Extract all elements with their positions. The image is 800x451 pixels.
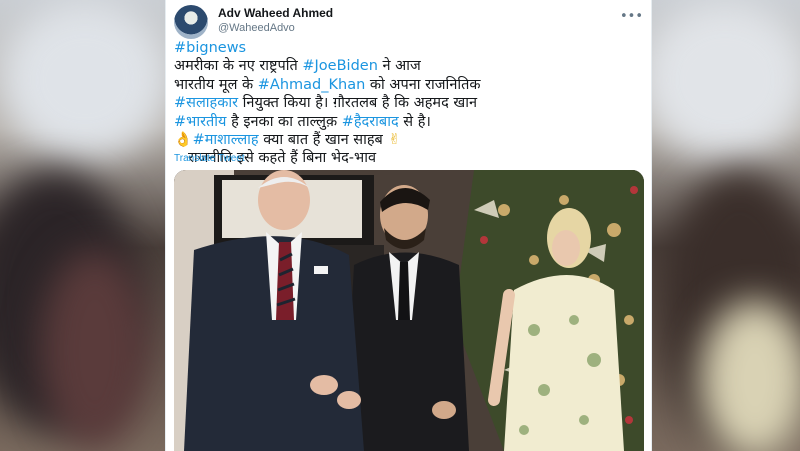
author-name[interactable]: Adv Waheed Ahmed <box>218 6 333 20</box>
photo-illustration <box>174 170 644 451</box>
tweet-line: अमरीका के नए राष्ट्रपति #JoeBiden ने आज <box>174 57 644 75</box>
blur-patch <box>700 300 800 451</box>
tweet-line: #bignews <box>174 39 644 57</box>
tweet-card[interactable]: Adv Waheed Ahmed @WaheedAdvo ••• #bignew… <box>165 0 652 451</box>
blur-patch <box>640 0 800 160</box>
tweet-text-segment: ने आज <box>377 58 421 75</box>
tweet-text-segment: को अपना राजनितिक <box>365 76 481 93</box>
author-handle[interactable]: @WaheedAdvo <box>218 22 333 34</box>
hashtag-link[interactable]: #हैदराबाद <box>342 114 399 130</box>
tweet-line: भारतीय मूल के #Ahmad_Khan को अपना राजनित… <box>174 76 644 94</box>
ok-hand-emoji-icon: 👌 <box>174 132 193 149</box>
blur-patch <box>0 0 170 160</box>
hashtag-link[interactable]: #Ahmad_Khan <box>258 77 366 93</box>
tweet-header: Adv Waheed Ahmed @WaheedAdvo ••• <box>174 5 643 39</box>
tweet-text-segment: से है। <box>398 113 431 130</box>
tweet-text-segment: क्या बात हैं खान साहब <box>258 132 388 149</box>
tweet-line: #भारतीय है इनका का ताल्लुक़ #हैदराबाद से… <box>174 113 644 131</box>
more-options-icon[interactable]: ••• <box>620 9 643 24</box>
hashtag-link[interactable]: #bignews <box>174 40 246 56</box>
victory-hand-emoji-icon: ✌ <box>388 132 401 149</box>
hashtag-link[interactable]: #JoeBiden <box>302 58 378 74</box>
hashtag-link[interactable]: #माशाल्लाह <box>193 132 259 148</box>
tweet-line: 👌 #माशाल्लाह क्या बात हैं खान साहब ✌ <box>174 131 644 149</box>
tweet-text: #bignews अमरीका के नए राष्ट्रपति #JoeBid… <box>174 39 644 168</box>
blur-patch <box>40 250 150 450</box>
hashtag-link[interactable]: #सलाहकार <box>174 95 238 111</box>
author-block[interactable]: Adv Waheed Ahmed @WaheedAdvo <box>218 6 333 34</box>
tweet-photo[interactable] <box>174 170 644 451</box>
avatar[interactable] <box>174 5 208 39</box>
hashtag-link[interactable]: #भारतीय <box>174 114 226 130</box>
tweet-text-segment: है इनका का ताल्लुक़ <box>226 113 342 130</box>
translate-tweet-link[interactable]: Translate Tweet <box>174 153 245 164</box>
tweet-text-segment: अमरीका के नए राष्ट्रपति <box>174 58 303 75</box>
tweet-text-segment: नियुक्त किया है। ग़ौरतलब है कि अहमद खान <box>238 95 478 112</box>
tweet-line: #सलाहकार नियुक्त किया है। ग़ौरतलब है कि … <box>174 94 644 112</box>
tweet-text-segment: भारतीय मूल के <box>174 76 258 93</box>
